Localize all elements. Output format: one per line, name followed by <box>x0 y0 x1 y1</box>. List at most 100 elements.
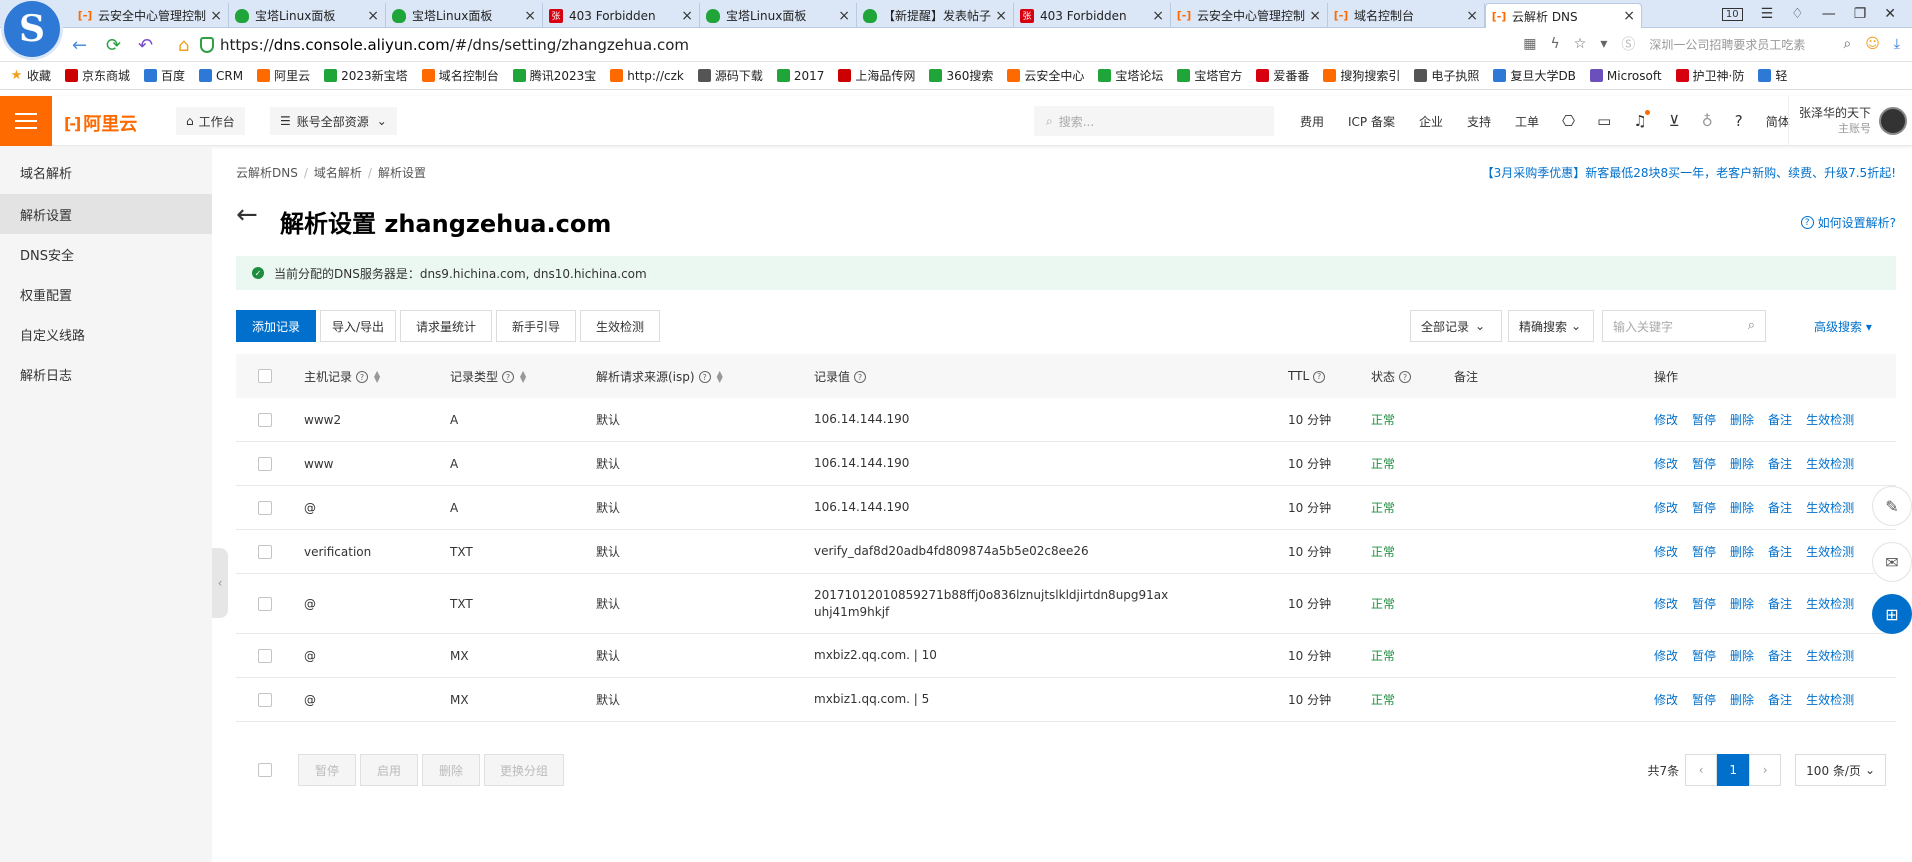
import-export-button[interactable]: 导入/导出 <box>320 310 396 342</box>
keyword-input[interactable]: 输入关键字 ⌕ <box>1602 310 1766 342</box>
search-icon[interactable]: ⌕ <box>1748 318 1755 333</box>
remark-link[interactable]: 备注 <box>1768 691 1792 708</box>
check-link[interactable]: 生效检测 <box>1806 411 1854 428</box>
page-number[interactable]: 1 <box>1717 754 1750 786</box>
col-host[interactable]: 主机记录? ▲ ▼ <box>304 368 380 385</box>
sidebar-item-dns-security[interactable]: DNS安全 <box>0 234 212 274</box>
check-link[interactable]: 生效检测 <box>1806 499 1854 516</box>
check-effect-button[interactable]: 生效检测 <box>580 310 660 342</box>
extension-icon[interactable]: ☺ <box>1865 36 1880 52</box>
back-nav-icon[interactable]: ← <box>72 35 87 56</box>
bookmark-item[interactable]: 轻 <box>1758 67 1787 84</box>
breadcrumb-domain[interactable]: 域名解析 <box>314 166 362 180</box>
nav-support[interactable]: 支持 <box>1467 113 1491 130</box>
pause-link[interactable]: 暂停 <box>1692 499 1716 516</box>
prev-page-button[interactable]: ‹ <box>1685 754 1718 786</box>
col-type[interactable]: 记录类型? ▲ ▼ <box>450 368 526 385</box>
cloud-shell-icon[interactable]: ⎔ <box>1562 112 1575 130</box>
search-mode-dropdown[interactable]: 精确搜索 ⌄ <box>1508 310 1594 342</box>
close-tab-icon[interactable]: × <box>210 8 222 24</box>
bookmark-item[interactable]: 腾讯2023宝 <box>512 67 596 84</box>
promo-link[interactable]: 【3月采购季优惠】新客最低28块8买一年，老客户新购、续费、升级7.5折起! <box>1482 164 1896 181</box>
col-isp[interactable]: 解析请求来源(isp)? ▲ ▼ <box>596 368 723 385</box>
help-link[interactable]: ? 如何设置解析? <box>1800 214 1896 231</box>
edit-link[interactable]: 修改 <box>1654 543 1678 560</box>
edit-link[interactable]: 修改 <box>1654 499 1678 516</box>
close-tab-icon[interactable]: × <box>1309 8 1321 24</box>
bookmark-item[interactable]: 2017 <box>776 69 824 83</box>
close-tab-icon[interactable]: × <box>995 8 1007 24</box>
bulk-pause-button[interactable]: 暂停 <box>298 754 356 786</box>
url-field[interactable]: https://dns.console.aliyun.com/#/dns/set… <box>220 36 689 54</box>
row-checkbox[interactable] <box>258 456 272 471</box>
bookmark-item[interactable]: 搜狗搜索引 <box>1323 67 1400 84</box>
bookmark-item[interactable]: 电子执照 <box>1414 67 1479 84</box>
edit-link[interactable]: 修改 <box>1654 595 1678 612</box>
bookmark-item[interactable]: 宝塔论坛 <box>1098 67 1163 84</box>
remark-link[interactable]: 备注 <box>1768 647 1792 664</box>
undo-icon[interactable]: ↶ <box>138 35 153 56</box>
qr-icon[interactable]: ▦ <box>1523 36 1536 52</box>
request-stats-button[interactable]: 请求量统计 <box>400 310 492 342</box>
browser-tab[interactable]: [-] 云安全中心管理控制台 × <box>72 3 229 28</box>
close-tab-icon[interactable]: × <box>1466 8 1478 24</box>
chat-float-icon[interactable]: ✉ <box>1872 542 1912 582</box>
bulk-group-button[interactable]: 更换分组 <box>484 754 564 786</box>
delete-link[interactable]: 删除 <box>1730 455 1754 472</box>
sidebar-item-log[interactable]: 解析日志 <box>0 354 212 394</box>
aliyun-logo[interactable]: [-] 阿里云 <box>64 110 137 136</box>
row-checkbox[interactable] <box>258 692 272 707</box>
nav-enterprise[interactable]: 企业 <box>1419 113 1443 130</box>
close-tab-icon[interactable]: × <box>838 8 850 24</box>
sort-icon[interactable]: ▲ ▼ <box>374 370 380 384</box>
apps-float-icon[interactable]: ⊞ <box>1872 594 1912 634</box>
remark-link[interactable]: 备注 <box>1768 411 1792 428</box>
bookmarks-favorites[interactable]: ★ 收藏 <box>10 67 51 84</box>
skin-icon[interactable]: ♢ <box>1791 6 1804 22</box>
pause-link[interactable]: 暂停 <box>1692 455 1716 472</box>
check-link[interactable]: 生效检测 <box>1806 455 1854 472</box>
nav-icp[interactable]: ICP 备案 <box>1348 113 1395 130</box>
bookmark-item[interactable]: 百度 <box>144 67 185 84</box>
delete-link[interactable]: 删除 <box>1730 691 1754 708</box>
close-window-icon[interactable]: ✕ <box>1884 6 1896 22</box>
remark-link[interactable]: 备注 <box>1768 543 1792 560</box>
nav-fee[interactable]: 费用 <box>1300 113 1324 130</box>
edit-link[interactable]: 修改 <box>1654 455 1678 472</box>
close-tab-icon[interactable]: × <box>681 8 693 24</box>
close-tab-icon[interactable]: × <box>1623 8 1635 24</box>
maximize-icon[interactable]: ❐ <box>1854 6 1867 22</box>
edit-link[interactable]: 修改 <box>1654 411 1678 428</box>
delete-link[interactable]: 删除 <box>1730 595 1754 612</box>
remark-link[interactable]: 备注 <box>1768 595 1792 612</box>
breadcrumb-dns[interactable]: 云解析DNS <box>236 166 298 180</box>
cart-icon[interactable]: ⊻ <box>1669 112 1680 130</box>
row-checkbox[interactable] <box>258 648 272 663</box>
nav-ticket[interactable]: 工单 <box>1515 113 1539 130</box>
bulk-enable-button[interactable]: 启用 <box>360 754 418 786</box>
browser-tab[interactable]: 张 403 Forbidden × <box>543 3 700 28</box>
refresh-icon[interactable]: ⟳ <box>106 35 121 56</box>
bookmark-item[interactable]: 2023新宝塔 <box>324 67 408 84</box>
bulk-delete-button[interactable]: 删除 <box>422 754 480 786</box>
delete-link[interactable]: 删除 <box>1730 647 1754 664</box>
delete-link[interactable]: 删除 <box>1730 411 1754 428</box>
bookmark-item[interactable]: 宝塔官方 <box>1177 67 1242 84</box>
sort-icon[interactable]: ▲ ▼ <box>717 370 723 384</box>
search-engine-icon[interactable]: Ⓢ <box>1621 34 1635 54</box>
download-icon[interactable]: ⤓ <box>1894 36 1900 52</box>
terminal-icon[interactable]: ▭ <box>1597 112 1611 130</box>
close-tab-icon[interactable]: × <box>1152 8 1164 24</box>
check-link[interactable]: 生效检测 <box>1806 647 1854 664</box>
row-checkbox[interactable] <box>258 500 272 515</box>
browser-tab[interactable]: 宝塔Linux面板 × <box>386 3 543 28</box>
check-link[interactable]: 生效检测 <box>1806 543 1854 560</box>
sidebar-item-domain[interactable]: 域名解析 <box>0 152 212 192</box>
tab-count-icon[interactable]: 10 <box>1721 7 1743 21</box>
bookmark-item[interactable]: 阿里云 <box>257 67 310 84</box>
browser-tab[interactable]: 宝塔Linux面板 × <box>700 3 857 28</box>
guide-button[interactable]: 新手引导 <box>496 310 576 342</box>
sidebar-item-weight[interactable]: 权重配置 <box>0 274 212 314</box>
menu-toggle-icon[interactable] <box>0 96 52 146</box>
pause-link[interactable]: 暂停 <box>1692 647 1716 664</box>
